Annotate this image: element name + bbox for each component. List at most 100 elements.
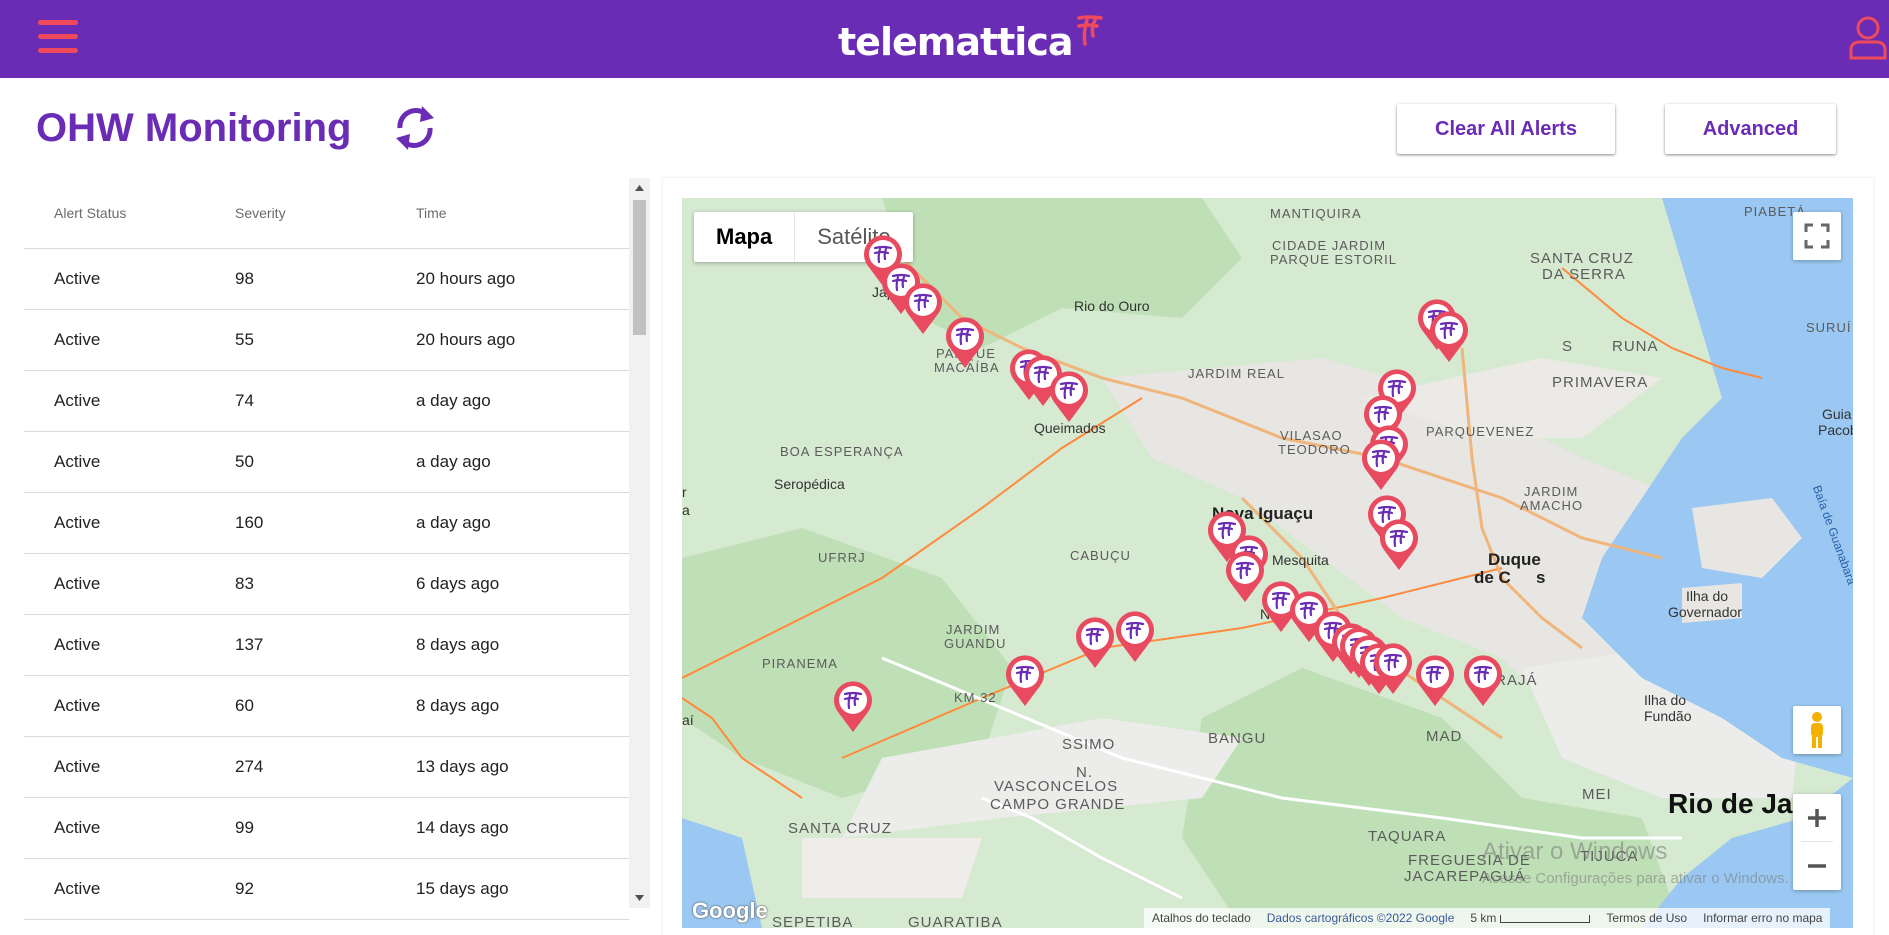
table-row[interactable]: Active 137 8 days ago <box>24 614 629 676</box>
table-row[interactable]: Active 55 20 hours ago <box>24 309 629 371</box>
windows-activation-watermark: Ativar o Windows <box>1482 838 1668 865</box>
place-label: DA SERRA <box>1542 266 1626 283</box>
advanced-button[interactable]: Advanced <box>1665 104 1836 154</box>
table-row[interactable]: Active 160 a day ago <box>24 492 629 554</box>
place-label: Rio de Jan <box>1668 788 1810 819</box>
place-label: Mesquita <box>1272 552 1329 568</box>
severity-cell: 160 <box>205 492 386 554</box>
place-label: Duque <box>1488 550 1541 569</box>
severity-cell: 98 <box>205 248 386 310</box>
place-label: de C <box>1474 568 1511 587</box>
scroll-down-arrow-icon[interactable] <box>629 888 650 908</box>
place-label: UFRRJ <box>818 550 866 565</box>
time-cell: a day ago <box>386 492 629 554</box>
alert-marker-icon[interactable] <box>1004 654 1046 708</box>
place-label: AMACHO <box>1520 498 1584 513</box>
place-label: PARQUE ESTORIL <box>1270 252 1397 267</box>
alert-marker-icon[interactable] <box>832 680 874 734</box>
zoom-out-button[interactable] <box>1793 842 1841 890</box>
alert-status-cell: Active <box>24 553 205 615</box>
time-cell: 8 days ago <box>386 675 629 737</box>
severity-cell: 83 <box>205 553 386 615</box>
table-scrollbar[interactable] <box>629 178 650 908</box>
report-map-error-link[interactable]: Informar erro no mapa <box>1695 911 1830 925</box>
place-label: Guia <box>1822 406 1852 422</box>
alert-marker-icon[interactable] <box>1048 370 1090 424</box>
place-label: SEPETIBA <box>772 914 854 928</box>
alert-marker-icon[interactable] <box>1114 610 1156 664</box>
alert-marker-icon[interactable] <box>944 316 986 370</box>
place-label: BANGU <box>1208 730 1267 747</box>
minus-icon <box>1808 864 1826 868</box>
place-label: Governador <box>1668 604 1742 620</box>
alert-marker-icon[interactable] <box>1378 518 1420 572</box>
column-header-time[interactable]: Time <box>386 178 629 249</box>
time-cell: 6 days ago <box>386 553 629 615</box>
alert-status-cell: Active <box>24 492 205 554</box>
alert-status-cell: Active <box>24 309 205 371</box>
severity-cell: 99 <box>205 797 386 859</box>
alert-marker-icon[interactable] <box>902 282 944 336</box>
street-view-pegman-icon[interactable] <box>1793 706 1841 754</box>
hamburger-menu-icon[interactable] <box>36 16 82 60</box>
place-label: a <box>682 502 690 518</box>
severity-cell: 50 <box>205 431 386 493</box>
clear-all-alerts-button[interactable]: Clear All Alerts <box>1397 104 1615 154</box>
severity-cell: 74 <box>205 370 386 432</box>
alert-marker-icon[interactable] <box>1428 310 1470 364</box>
place-label: Rio do Ouro <box>1074 298 1150 314</box>
alert-marker-icon[interactable] <box>1462 654 1504 708</box>
refresh-icon[interactable] <box>392 102 438 154</box>
place-label: PIRANEMA <box>762 656 838 671</box>
logo-mark-icon <box>1076 15 1103 46</box>
column-header-alert-status[interactable]: Alert Status <box>24 178 205 249</box>
place-label: CAMPO GRANDE <box>990 796 1126 813</box>
table-row[interactable]: Active 50 a day ago <box>24 431 629 493</box>
map-data-attribution[interactable]: Dados cartográficos ©2022 Google <box>1259 911 1463 925</box>
place-label: GUARATIBA <box>908 914 1003 928</box>
table-row[interactable]: Active 60 8 days ago <box>24 675 629 737</box>
table-row[interactable]: Active 83 6 days ago <box>24 553 629 615</box>
table-row[interactable]: Active 98 20 hours ago <box>24 248 629 310</box>
place-label: TEODORO <box>1278 442 1351 457</box>
alert-marker-icon[interactable] <box>1372 642 1414 696</box>
place-label: VASCONCELOS <box>994 778 1119 795</box>
keyboard-shortcuts-link[interactable]: Atalhos do teclado <box>1144 911 1259 925</box>
severity-cell: 60 <box>205 675 386 737</box>
alert-marker-icon[interactable] <box>1360 438 1402 492</box>
place-label: GUANDU <box>944 636 1007 651</box>
top-app-bar: telemattica <box>0 0 1889 78</box>
terms-of-use-link[interactable]: Termos de Uso <box>1598 911 1695 925</box>
time-cell: 8 days ago <box>386 614 629 676</box>
place-label: r <box>682 484 687 500</box>
place-label: Ilha do <box>1686 588 1729 604</box>
plus-icon <box>1808 809 1826 827</box>
user-icon[interactable] <box>1848 14 1888 60</box>
table-row[interactable]: Active 99 14 days ago <box>24 797 629 859</box>
column-header-severity[interactable]: Severity <box>205 178 386 249</box>
zoom-in-button[interactable] <box>1793 794 1841 842</box>
map-scale[interactable]: 5 km <box>1462 911 1598 925</box>
fullscreen-icon[interactable] <box>1793 212 1841 260</box>
place-label: Pacob <box>1818 422 1853 438</box>
table-row[interactable]: Active 92 15 days ago <box>24 858 629 920</box>
scrollbar-thumb[interactable] <box>633 200 646 335</box>
alert-marker-icon[interactable] <box>1414 654 1456 708</box>
severity-cell: 274 <box>205 736 386 798</box>
telemattica-logo: telemattica <box>838 14 1105 64</box>
logo-text: telemattica <box>838 20 1073 64</box>
place-label: VILASAO <box>1280 428 1343 443</box>
windows-activation-subtitle: Acesse Configurações para ativar o Windo… <box>1482 870 1789 887</box>
place-label: s <box>1536 568 1546 587</box>
scroll-up-arrow-icon[interactable] <box>629 178 650 198</box>
alert-marker-icon[interactable] <box>1074 616 1116 670</box>
time-cell: 14 days ago <box>386 797 629 859</box>
map-type-map-button[interactable]: Mapa <box>694 212 794 262</box>
table-row[interactable]: Active 274 13 days ago <box>24 736 629 798</box>
alert-status-cell: Active <box>24 858 205 920</box>
alert-status-cell: Active <box>24 675 205 737</box>
table-row[interactable]: Active 74 a day ago <box>24 370 629 432</box>
alerts-map[interactable]: Mapa Satélite MANTIQUIRA PIABETÁ CIDADE … <box>682 198 1853 928</box>
page-title: OHW Monitoring <box>36 106 352 150</box>
place-label: JARDIM REAL <box>1188 366 1285 381</box>
